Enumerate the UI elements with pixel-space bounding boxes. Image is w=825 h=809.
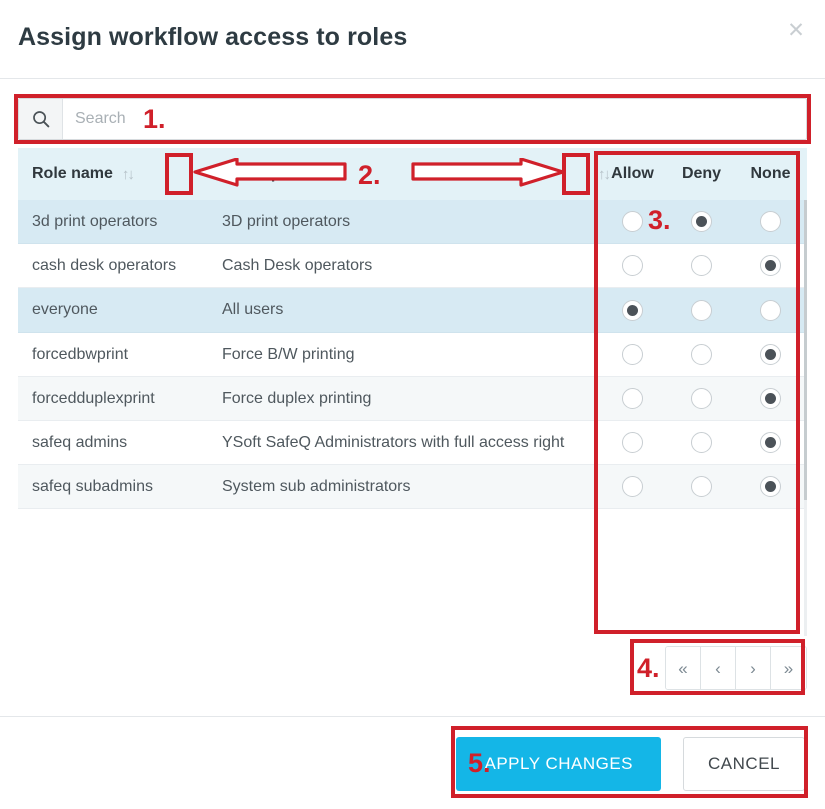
pagination: « ‹ › »	[665, 646, 807, 690]
cell-access-none	[736, 376, 805, 420]
cell-access-deny	[667, 288, 736, 332]
cell-access-none	[736, 332, 805, 376]
radio-deny[interactable]	[691, 388, 712, 409]
cell-role-name: safeq subadmins	[18, 465, 208, 509]
cell-description: YSoft SafeQ Administrators with full acc…	[208, 420, 598, 464]
search-bar	[18, 98, 807, 140]
table-row[interactable]: everyoneAll users	[18, 288, 807, 332]
radio-allow[interactable]	[622, 211, 643, 232]
roles-table: Role name ↑↓ Description ↑↓ Allow Deny N…	[18, 148, 807, 636]
pagination-prev-button[interactable]: ‹	[701, 647, 736, 689]
cell-access-allow	[598, 288, 667, 332]
cell-access-allow	[598, 244, 667, 288]
radio-deny[interactable]	[691, 344, 712, 365]
column-header-role-name-label: Role name	[32, 165, 113, 183]
cell-access-none	[736, 420, 805, 464]
search-input[interactable]	[63, 99, 806, 139]
pagination-first-button[interactable]: «	[666, 647, 701, 689]
sort-role-name-icon[interactable]: ↑↓	[122, 166, 133, 183]
cell-access-allow	[598, 200, 667, 244]
radio-allow[interactable]	[622, 432, 643, 453]
table-row[interactable]: forcedduplexprintForce duplex printing	[18, 376, 807, 420]
column-header-spacer	[805, 148, 807, 200]
apply-changes-button[interactable]: APPLY CHANGES	[456, 737, 661, 791]
cell-access-allow	[598, 332, 667, 376]
radio-none[interactable]	[760, 300, 781, 321]
table-body: 3d print operators3D print operatorscash…	[18, 200, 807, 509]
cell-role-name: forcedduplexprint	[18, 376, 208, 420]
radio-deny[interactable]	[691, 255, 712, 276]
pagination-last-button[interactable]: »	[771, 647, 806, 689]
annotation-label-4: 4.	[637, 653, 660, 684]
cell-access-none	[736, 288, 805, 332]
table-row[interactable]: safeq subadminsSystem sub administrators	[18, 465, 807, 509]
search-icon[interactable]	[19, 99, 63, 139]
cell-access-deny	[667, 465, 736, 509]
column-header-description-label: Description	[222, 165, 310, 183]
radio-allow[interactable]	[622, 300, 643, 321]
cell-access-allow	[598, 376, 667, 420]
column-header-none: None	[736, 148, 805, 200]
cell-role-name: safeq admins	[18, 420, 208, 464]
cell-description: Force duplex printing	[208, 376, 598, 420]
cell-role-name: everyone	[18, 288, 208, 332]
table-row[interactable]: forcedbwprintForce B/W printing	[18, 332, 807, 376]
table-header-row: Role name ↑↓ Description ↑↓ Allow Deny N…	[18, 148, 807, 200]
radio-allow[interactable]	[622, 255, 643, 276]
radio-deny[interactable]	[691, 300, 712, 321]
cell-access-deny	[667, 200, 736, 244]
pagination-next-button[interactable]: ›	[736, 647, 771, 689]
radio-none[interactable]	[760, 432, 781, 453]
cell-role-name: cash desk operators	[18, 244, 208, 288]
cell-description: System sub administrators	[208, 465, 598, 509]
cell-description: All users	[208, 288, 598, 332]
sort-description-icon[interactable]: ↑↓	[598, 166, 609, 183]
cell-access-allow	[598, 465, 667, 509]
table-scrollbar[interactable]	[804, 200, 807, 636]
page-title: Assign workflow access to roles	[18, 23, 407, 52]
radio-none[interactable]	[760, 388, 781, 409]
table-row[interactable]: safeq adminsYSoft SafeQ Administrators w…	[18, 420, 807, 464]
radio-deny[interactable]	[691, 211, 712, 232]
radio-allow[interactable]	[622, 344, 643, 365]
assign-workflow-access-dialog: Assign workflow access to roles ✕ Role n…	[0, 0, 825, 809]
cell-description: Cash Desk operators	[208, 244, 598, 288]
dialog-footer: APPLY CHANGES CANCEL	[456, 737, 805, 791]
close-icon[interactable]: ✕	[784, 19, 808, 43]
table-row[interactable]: cash desk operatorsCash Desk operators	[18, 244, 807, 288]
cell-role-name: 3d print operators	[18, 200, 208, 244]
table-row[interactable]: 3d print operators3D print operators	[18, 200, 807, 244]
footer-divider	[0, 716, 825, 717]
cancel-button[interactable]: CANCEL	[683, 737, 805, 791]
cell-access-deny	[667, 244, 736, 288]
column-header-deny: Deny	[667, 148, 736, 200]
radio-allow[interactable]	[622, 476, 643, 497]
radio-none[interactable]	[760, 344, 781, 365]
radio-none[interactable]	[760, 255, 781, 276]
cell-access-deny	[667, 332, 736, 376]
cell-access-none	[736, 244, 805, 288]
cell-description: Force B/W printing	[208, 332, 598, 376]
cell-access-deny	[667, 376, 736, 420]
dialog-header: Assign workflow access to roles ✕	[0, 0, 825, 79]
cell-access-deny	[667, 420, 736, 464]
column-header-description[interactable]: Description ↑↓	[208, 148, 598, 200]
radio-allow[interactable]	[622, 388, 643, 409]
column-header-role-name[interactable]: Role name ↑↓	[18, 148, 208, 200]
radio-none[interactable]	[760, 211, 781, 232]
radio-deny[interactable]	[691, 432, 712, 453]
cell-access-allow	[598, 420, 667, 464]
cell-access-none	[736, 465, 805, 509]
radio-deny[interactable]	[691, 476, 712, 497]
radio-none[interactable]	[760, 476, 781, 497]
cell-description: 3D print operators	[208, 200, 598, 244]
cell-role-name: forcedbwprint	[18, 332, 208, 376]
cell-access-none	[736, 200, 805, 244]
